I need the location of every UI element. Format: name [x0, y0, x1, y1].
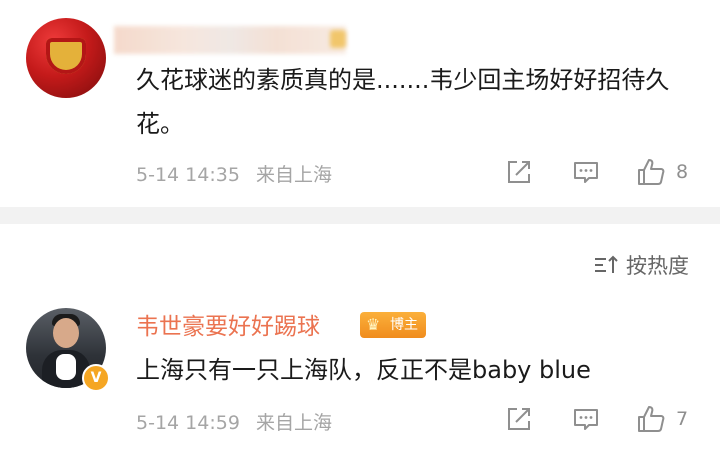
like-button[interactable]: 8	[636, 157, 688, 187]
reply-button[interactable]	[572, 404, 600, 434]
comment-actions: 7	[0, 404, 720, 434]
repost-button[interactable]	[505, 157, 533, 187]
avatar-head	[53, 318, 79, 348]
comment-icon	[574, 409, 598, 430]
blurred-username	[114, 26, 346, 54]
badge-label: 博主	[390, 317, 418, 333]
team-crest-image	[46, 38, 86, 74]
thumbs-up-icon	[638, 159, 665, 185]
comment-item: 久花球迷的素质真的是.......韦少回主场好好招待久花。 5-14 14:35…	[0, 0, 720, 207]
avatar-dog	[56, 354, 76, 380]
comment-icon	[574, 162, 598, 183]
share-out-icon	[508, 408, 530, 430]
comment-username[interactable]: 韦世豪要好好踢球	[136, 307, 320, 341]
crown-icon: ♛	[366, 315, 381, 334]
thumbs-up-icon	[638, 406, 665, 432]
blurred-badge	[330, 30, 346, 48]
comment-actions: 8	[0, 157, 720, 187]
like-count: 7	[676, 408, 689, 430]
blogger-badge: ♛ 博主	[360, 312, 426, 338]
repost-button[interactable]	[505, 404, 533, 434]
comment-item: 韦世豪要好好踢球 ♛ 博主 上海只有一只上海队，反正不是baby blue 5-…	[0, 224, 720, 460]
comment-text: 久花球迷的素质真的是.......韦少回主场好好招待久花。	[136, 66, 670, 138]
avatar[interactable]	[26, 18, 106, 98]
like-count: 8	[676, 161, 689, 183]
reply-button[interactable]	[572, 157, 600, 187]
share-out-icon	[508, 161, 530, 183]
section-divider	[0, 207, 720, 224]
verified-v-icon: V	[82, 364, 110, 392]
comment-text: 上海只有一只上海队，反正不是baby blue	[136, 356, 591, 384]
like-button[interactable]: 7	[636, 404, 688, 434]
